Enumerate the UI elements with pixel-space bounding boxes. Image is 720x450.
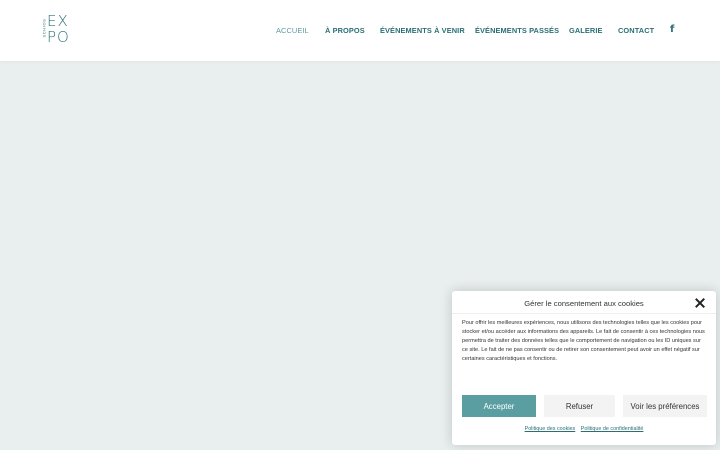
policy-links: Politique des cookies Politique de confi… [452, 426, 716, 432]
privacy-policy-link[interactable]: Politique de confidentialité [581, 426, 644, 432]
accept-button[interactable]: Accepter [462, 395, 536, 417]
nav-item-evenements-a-venir[interactable]: ÉVÉNEMENTS À VENIR [380, 26, 465, 35]
close-icon[interactable] [695, 298, 705, 308]
nav-item-accueil[interactable]: ACCUEIL [276, 26, 309, 35]
cookie-consent-dialog: Gérer le consentement aux cookies Pour o… [452, 291, 716, 445]
nav-item-contact[interactable]: CONTACT [618, 26, 654, 35]
nav-item-a-propos[interactable]: À PROPOS [325, 26, 365, 35]
nav-item-galerie[interactable]: GALERIE [569, 26, 603, 35]
refuse-button[interactable]: Refuser [544, 395, 615, 417]
site-header: SCHIOS EX PO ACCUEIL À PROPOS ÉVÉNEMENTS… [0, 0, 720, 61]
main-nav: ACCUEIL À PROPOS ÉVÉNEMENTS À VENIR ÉVÉN… [0, 0, 720, 61]
nav-item-evenements-passes[interactable]: ÉVÉNEMENTS PASSÉS [475, 26, 559, 35]
cookie-policy-link[interactable]: Politique des cookies [525, 426, 576, 432]
cookie-dialog-title: Gérer le consentement aux cookies [524, 299, 644, 308]
preferences-button[interactable]: Voir les préférences [623, 395, 707, 417]
facebook-icon[interactable]: f [670, 24, 678, 35]
cookie-dialog-body: Pour offrir les meilleures expériences, … [462, 320, 705, 362]
divider [452, 313, 716, 314]
